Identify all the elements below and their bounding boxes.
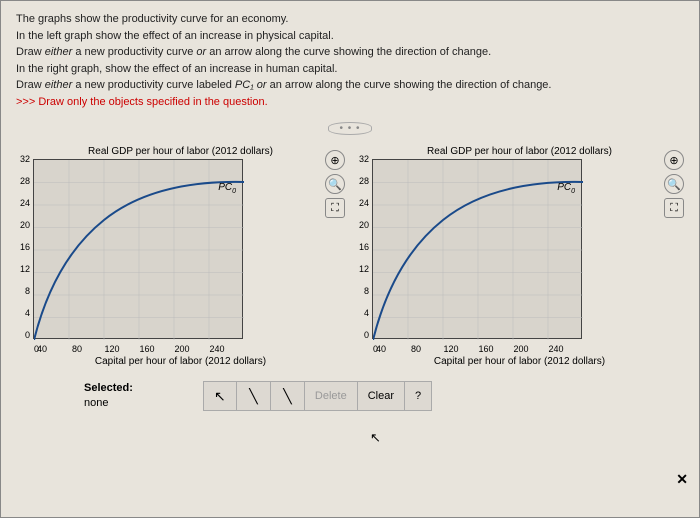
help-button[interactable]: ? bbox=[405, 381, 432, 411]
x-axis-label-left: Capital per hour of labor (2012 dollars) bbox=[20, 356, 341, 367]
graph-title-left: Real GDP per hour of labor (2012 dollars… bbox=[20, 146, 341, 157]
instructions-block: The graphs show the productivity curve f… bbox=[16, 11, 684, 110]
close-icon[interactable]: ✕ bbox=[676, 471, 688, 488]
instr-hint: >>> Draw only the objects specified in t… bbox=[16, 94, 684, 111]
clear-button[interactable]: Clear bbox=[358, 381, 405, 411]
left-graph: Real GDP per hour of labor (2012 dollars… bbox=[20, 146, 341, 367]
drawing-toolbar: ↖ ╲ ╲ Delete Clear ? bbox=[203, 381, 432, 411]
y-axis-ticks: 322824201612840 bbox=[20, 159, 30, 344]
curve-tool[interactable]: ╲ bbox=[237, 381, 271, 411]
fullscreen-icon[interactable]: ⛶ bbox=[664, 198, 684, 218]
instr-line-4: In the right graph, show the effect of a… bbox=[16, 61, 684, 78]
zoom-in-icon[interactable]: ⊕ bbox=[664, 150, 684, 170]
line-tool[interactable]: ╲ bbox=[271, 381, 305, 411]
zoom-in-icon[interactable]: ⊕ bbox=[325, 150, 345, 170]
graph-title-right: Real GDP per hour of labor (2012 dollars… bbox=[359, 146, 680, 157]
x-axis-ticks: 04080120160200240 bbox=[34, 344, 252, 354]
instr-line-5: Draw either a new productivity curve lab… bbox=[16, 77, 684, 94]
cursor-icon: ↖ bbox=[370, 430, 381, 446]
delete-button[interactable]: Delete bbox=[305, 381, 358, 411]
instr-line-1: The graphs show the productivity curve f… bbox=[16, 11, 684, 28]
instr-line-2: In the left graph show the effect of an … bbox=[16, 28, 684, 45]
curve-label-right: PC0 bbox=[557, 182, 575, 195]
zoom-out-icon[interactable]: 🔍 bbox=[664, 174, 684, 194]
y-axis-ticks: 322824201612840 bbox=[359, 159, 369, 344]
pointer-tool[interactable]: ↖ bbox=[203, 381, 237, 411]
selected-status: Selected: none bbox=[84, 381, 133, 412]
curve-label-left: PC0 bbox=[218, 182, 236, 195]
zoom-out-icon[interactable]: 🔍 bbox=[325, 174, 345, 194]
x-axis-ticks: 04080120160200240 bbox=[373, 344, 591, 354]
x-axis-label-right: Capital per hour of labor (2012 dollars) bbox=[359, 356, 680, 367]
right-graph: Real GDP per hour of labor (2012 dollars… bbox=[359, 146, 680, 367]
fullscreen-icon[interactable]: ⛶ bbox=[325, 198, 345, 218]
instr-line-3: Draw either a new productivity curve or … bbox=[16, 44, 684, 61]
section-divider: • • • bbox=[16, 118, 684, 136]
plot-area-right[interactable]: PC0 bbox=[372, 159, 582, 339]
plot-area-left[interactable]: PC0 bbox=[33, 159, 243, 339]
